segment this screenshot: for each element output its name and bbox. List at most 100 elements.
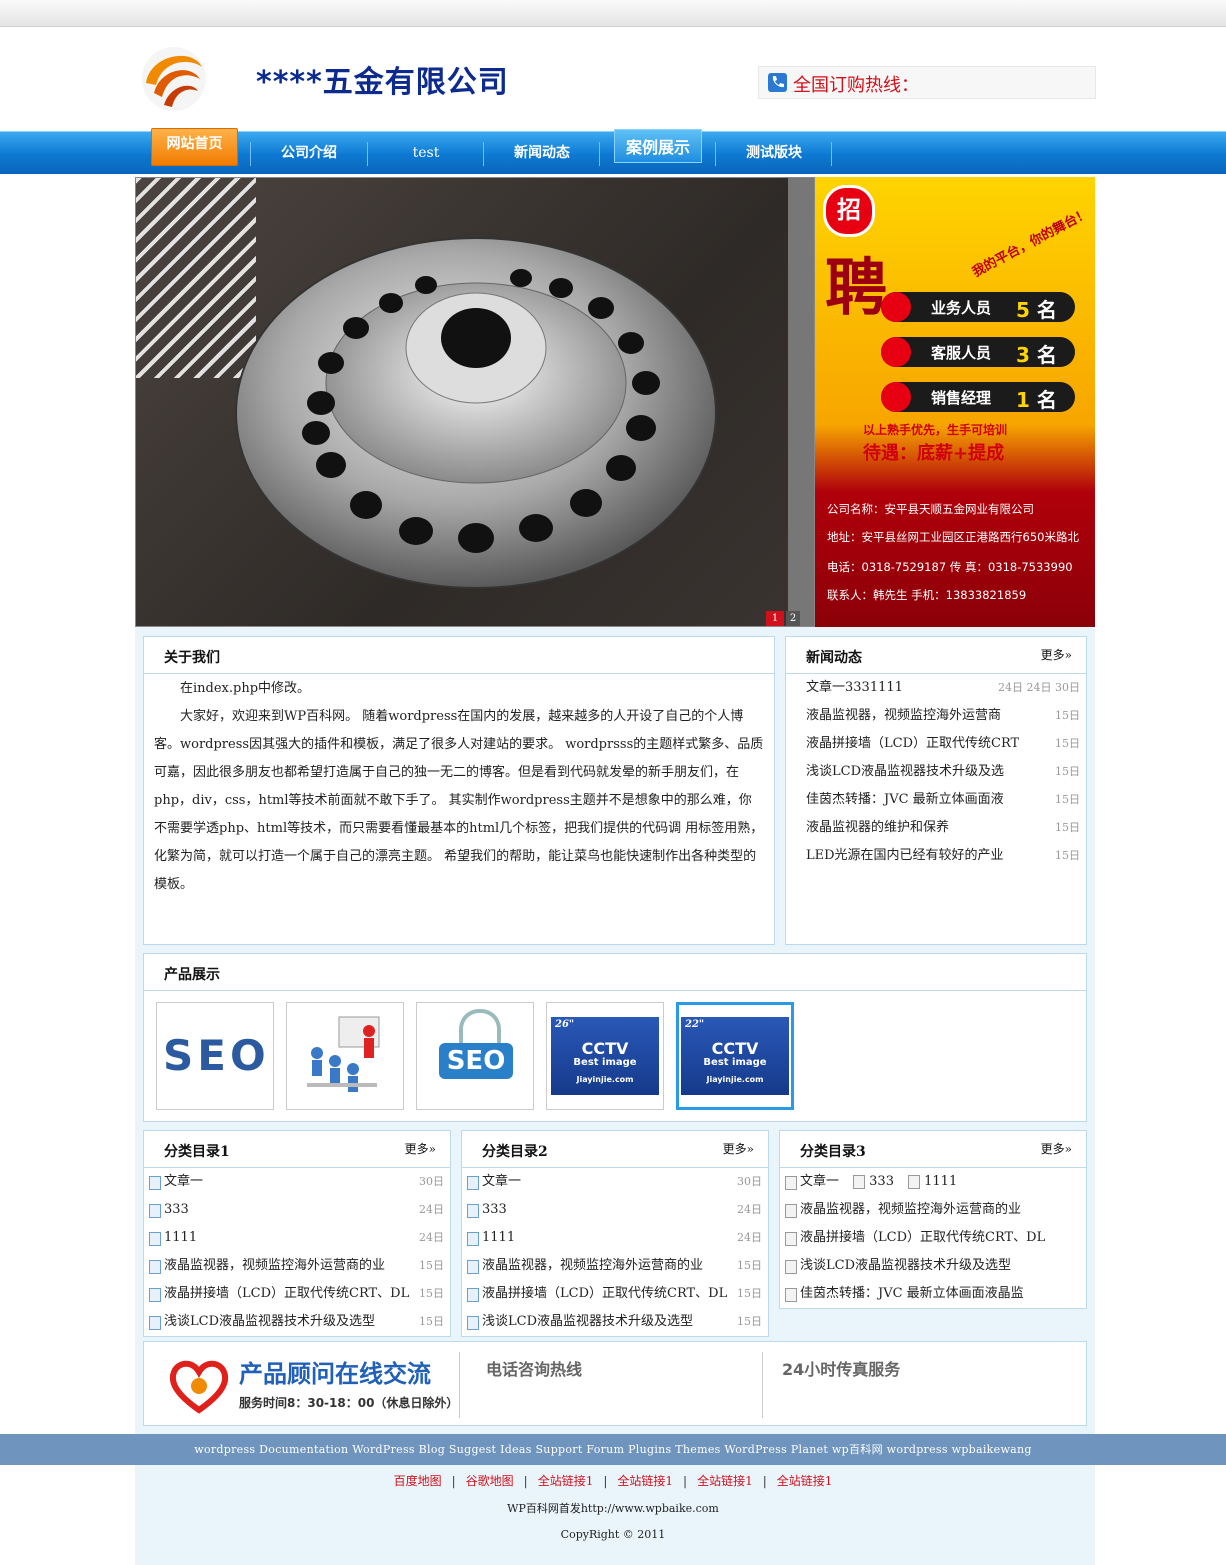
list-item[interactable]: 文章一 30日 xyxy=(144,1168,450,1196)
nav-item-test[interactable]: test xyxy=(368,132,484,174)
friend-link[interactable]: 全站链接1 xyxy=(697,1474,753,1488)
document-icon xyxy=(785,1204,797,1218)
list-item[interactable]: LED光源在国内已经有较好的产业 15日 xyxy=(786,842,1086,870)
list-item[interactable]: 文章一3331111 24日 24日 30日 xyxy=(786,674,1086,702)
document-icon xyxy=(149,1204,161,1218)
list-item[interactable]: 1111 24日 xyxy=(462,1224,768,1252)
list-item[interactable]: 文章一 333 1111 xyxy=(780,1168,1086,1196)
divider xyxy=(459,1352,460,1418)
nav-item-test-section[interactable]: 测试版块 xyxy=(716,132,832,174)
pager-1[interactable]: 1 xyxy=(766,611,784,626)
list-item[interactable]: 佳茵杰转播：JVC 最新立体画面液 15日 xyxy=(786,786,1086,814)
product-thumb[interactable]: 26" CCTV Best image Jiayinjie.com xyxy=(546,1002,664,1110)
list-item[interactable]: 液晶拼接墙（LCD）正取代传统CRT、DL 15日 xyxy=(462,1280,768,1308)
slide-pager: 12 xyxy=(764,610,800,626)
list-item[interactable]: 333 24日 xyxy=(144,1196,450,1224)
service-hours: 服务时间8：30-18：00（休息日除外） xyxy=(239,1396,459,1410)
list-item[interactable]: 浅谈LCD液晶监视器技术升级及选型 xyxy=(780,1252,1086,1280)
document-icon xyxy=(149,1176,161,1190)
product-thumb[interactable]: SEO xyxy=(416,1002,534,1110)
news-header: 新闻动态 更多» xyxy=(786,637,1086,674)
heart-logo-icon xyxy=(169,1360,229,1414)
slide-edge xyxy=(788,178,814,626)
position-role: 销售经理 xyxy=(931,389,992,407)
ad-info-line: 公司名称：安平县天顺五金网业有限公司 xyxy=(827,502,1034,516)
friend-link[interactable]: 全站链接1 xyxy=(777,1474,833,1488)
products-header: 产品展示 xyxy=(144,954,1086,991)
news-box: 新闻动态 更多» 文章一3331111 24日 24日 30日 液晶监视器，视频监… xyxy=(785,636,1087,945)
list-item[interactable]: 文章一 30日 xyxy=(462,1168,768,1196)
ad-info-line: 电话：0318-7529187 传 真：0318-7533990 xyxy=(827,560,1073,574)
recruitment-ad[interactable]: 招 聘 我的平台，你的舞台！ 业务人员 5 名 客服人员 3 名 销售经理 1 … xyxy=(815,177,1095,627)
list-item[interactable]: 液晶监视器，视频监控海外运营商的业 15日 xyxy=(144,1252,450,1280)
list-item[interactable]: 液晶监视器，视频监控海外运营商 15日 xyxy=(786,702,1086,730)
list-item[interactable]: 液晶拼接墙（LCD）正取代传统CRT、DL 15日 xyxy=(144,1280,450,1308)
category-list: 文章一 30日 333 24日 1111 24日 液晶监视器，视频监控海外运营商的业 1… xyxy=(462,1168,768,1336)
document-icon xyxy=(785,1232,797,1246)
ad-info-line: 地址：安平县丝网工业园区正港路西行650米路北 xyxy=(827,530,1079,544)
inline-link[interactable]: 1111 xyxy=(924,1174,957,1189)
nav-item-home[interactable]: 网站首页 xyxy=(151,128,238,166)
friend-link[interactable]: 全站链接1 xyxy=(617,1474,673,1488)
product-thumb[interactable] xyxy=(286,1002,404,1110)
document-icon xyxy=(467,1232,479,1246)
ad-slogan: 我的平台，你的舞台！ xyxy=(970,206,1092,281)
footer-link-bar[interactable]: wordpress Documentation WordPress Blog S… xyxy=(0,1434,1226,1465)
document-icon xyxy=(467,1204,479,1218)
inline-link[interactable]: 文章一 xyxy=(800,1174,839,1189)
about-paragraph: 在index.php中修改。 xyxy=(180,681,311,696)
ad-badge: 招 xyxy=(823,185,875,237)
nav-item-news[interactable]: 新闻动态 xyxy=(484,132,600,174)
ad-headline: 聘 xyxy=(825,251,888,324)
category-more-link[interactable]: 更多» xyxy=(405,1140,436,1157)
stethoscope-icon xyxy=(459,1009,501,1043)
list-item[interactable]: 液晶拼接墙（LCD）正取代传统CRT、DL xyxy=(780,1224,1086,1252)
ad-info-line: 联系人：韩先生 手机：13833821859 xyxy=(827,588,1027,602)
nav-item-about[interactable]: 公司介绍 xyxy=(251,132,367,174)
list-item[interactable]: 液晶监视器，视频监控海外运营商的业 xyxy=(780,1196,1086,1224)
site-title[interactable]: ****五金有限公司 xyxy=(256,57,509,101)
list-item[interactable]: 浅谈LCD液晶监视器技术升级及选型 15日 xyxy=(144,1308,450,1336)
news-more-link[interactable]: 更多» xyxy=(1041,646,1072,663)
nav-item-cases[interactable]: 案例展示 xyxy=(614,129,702,163)
consult-title[interactable]: 产品顾问在线交流 xyxy=(239,1354,431,1389)
category-list: 文章一 333 1111 液晶监视器，视频监控海外运营商的业 液晶拼接墙（LCD… xyxy=(780,1168,1086,1308)
ad-position-row: 客服人员 3 名 xyxy=(881,337,1075,367)
category-more-link[interactable]: 更多» xyxy=(723,1140,754,1157)
list-item[interactable]: 佳茵杰转播：JVC 最新立体画面液晶监 xyxy=(780,1280,1086,1308)
document-icon xyxy=(785,1176,797,1190)
hotline-box: 全国订购热线： xyxy=(758,66,1096,99)
top-strip xyxy=(0,0,1226,27)
list-item[interactable]: 浅谈LCD液晶监视器技术升级及选 15日 xyxy=(786,758,1086,786)
list-item[interactable]: 浅谈LCD液晶监视器技术升级及选型 15日 xyxy=(462,1308,768,1336)
divider xyxy=(762,1352,763,1418)
list-item[interactable]: 液晶监视器，视频监控海外运营商的业 15日 xyxy=(462,1252,768,1280)
friend-link[interactable]: 全站链接1 xyxy=(538,1474,594,1488)
company-logo[interactable] xyxy=(140,45,208,113)
product-thumb[interactable]: SEO xyxy=(156,1002,274,1110)
nav-separator xyxy=(831,142,832,166)
news-title: 新闻动态 xyxy=(806,650,862,666)
monitor-image: 26" CCTV Best image Jiayinjie.com xyxy=(551,1017,659,1095)
category-title: 分类目录1 xyxy=(164,1144,230,1160)
ad-perk-line2: 待遇：底薪+提成 xyxy=(863,443,1005,464)
ad-perk-line1: 以上熟手优先，生手可培训 xyxy=(863,423,1008,437)
inline-link[interactable]: 333 xyxy=(869,1174,894,1189)
friend-link[interactable]: 百度地图 xyxy=(394,1474,442,1488)
position-count: 1 名 xyxy=(1016,388,1057,412)
friend-link[interactable]: 谷歌地图 xyxy=(466,1474,514,1488)
position-role: 业务人员 xyxy=(931,299,992,317)
product-thumb-selected[interactable]: 22" CCTV Best image Jiayinjie.com xyxy=(676,1002,794,1110)
friend-links: 百度地图 | 谷歌地图 | 全站链接1 | 全站链接1 | 全站链接1 | 全站链接1 xyxy=(0,1472,1226,1489)
banner: 12 招 聘 我的平台，你的舞台！ 业务人员 5 名 客服人员 3 名 销售经理… xyxy=(135,177,1095,627)
list-item[interactable]: 液晶拼接墙（LCD）正取代传统CRT 15日 xyxy=(786,730,1086,758)
list-item[interactable]: 1111 24日 xyxy=(144,1224,450,1252)
pager-2[interactable]: 2 xyxy=(786,611,800,626)
list-item[interactable]: 液晶监视器的维护和保养 15日 xyxy=(786,814,1086,842)
bullet-icon xyxy=(881,337,911,367)
category-more-link[interactable]: 更多» xyxy=(1041,1140,1072,1157)
slideshow-image[interactable]: 12 xyxy=(135,177,815,627)
about-body: 在index.php中修改。 大家好，欢迎来到WP百科网。 随着wordpres… xyxy=(144,674,774,899)
list-item[interactable]: 333 24日 xyxy=(462,1196,768,1224)
meeting-figures-image xyxy=(307,1016,380,1092)
